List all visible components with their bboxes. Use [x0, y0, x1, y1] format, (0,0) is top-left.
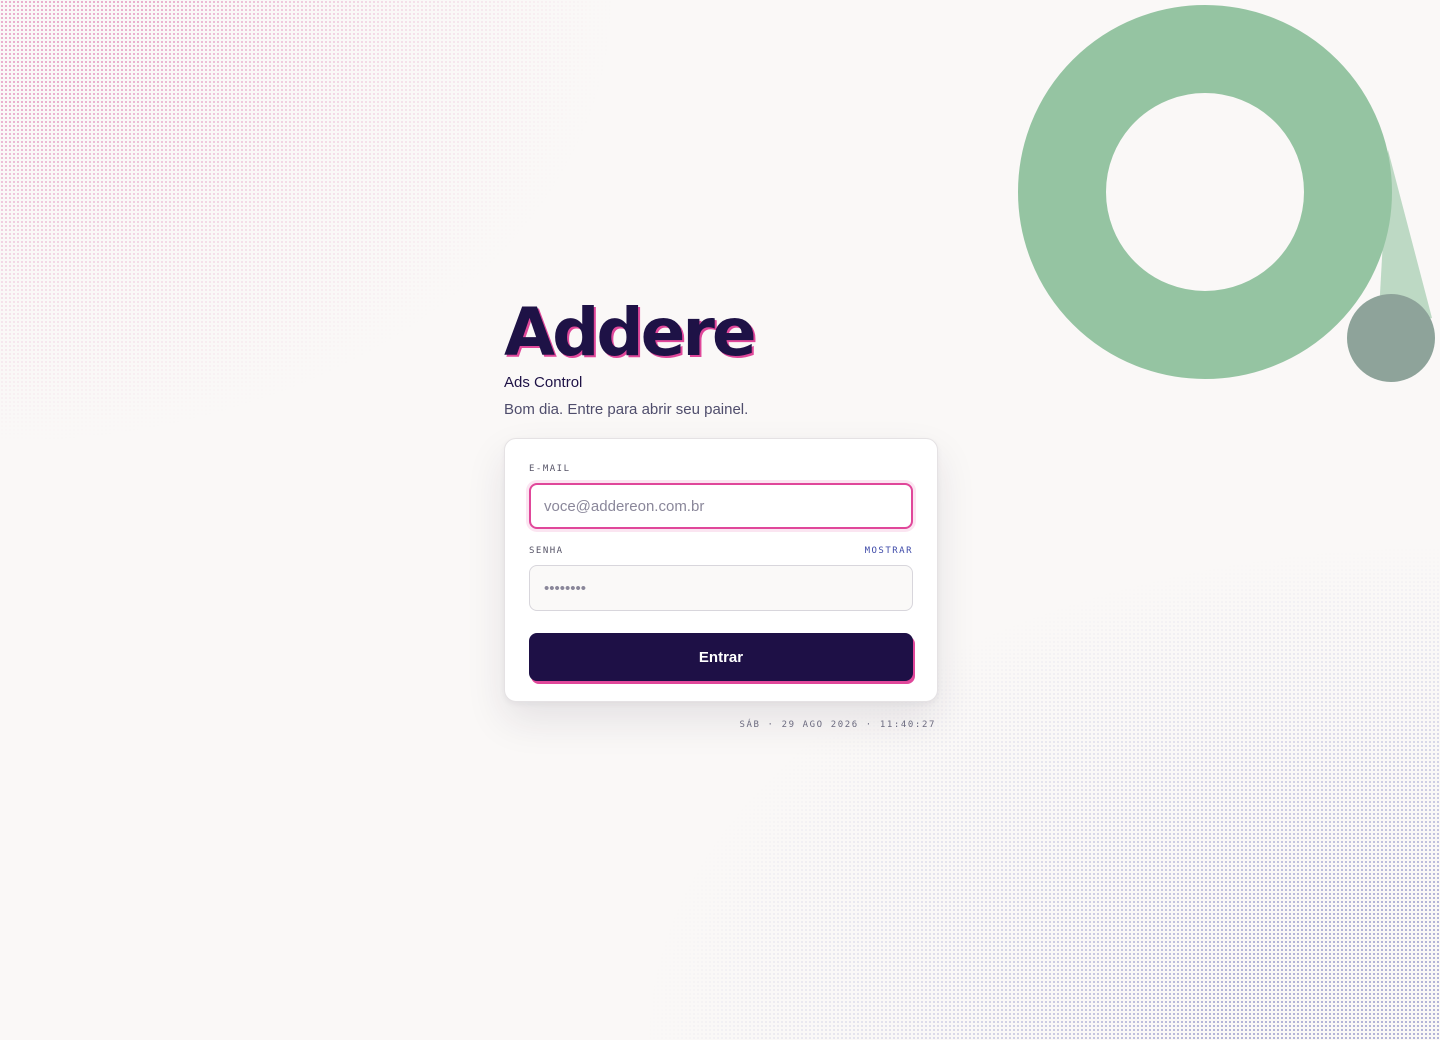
password-label-row: SENHA MOSTRAR	[529, 545, 913, 557]
email-input[interactable]	[529, 483, 913, 529]
email-label: E-MAIL	[529, 464, 571, 474]
brand-logo: Addere	[504, 294, 757, 371]
timestamp: SÁB · 29 AGO 2026 · 11:40:27	[739, 720, 936, 730]
ring-with-dot-icon	[1018, 5, 1435, 382]
login-panel: Addere Ads Control Bom dia. Entre para a…	[504, 294, 938, 730]
email-label-row: E-MAIL	[529, 463, 913, 475]
login-card: E-MAIL SENHA MOSTRAR Entrar	[504, 438, 938, 702]
login-button[interactable]: Entrar	[529, 633, 913, 681]
show-password-toggle[interactable]: MOSTRAR	[865, 546, 913, 556]
greeting-text: Bom dia. Entre para abrir seu painel.	[504, 401, 749, 418]
password-input[interactable]	[529, 565, 913, 611]
password-label: SENHA	[529, 546, 564, 556]
app-name: Ads Control	[504, 374, 583, 391]
